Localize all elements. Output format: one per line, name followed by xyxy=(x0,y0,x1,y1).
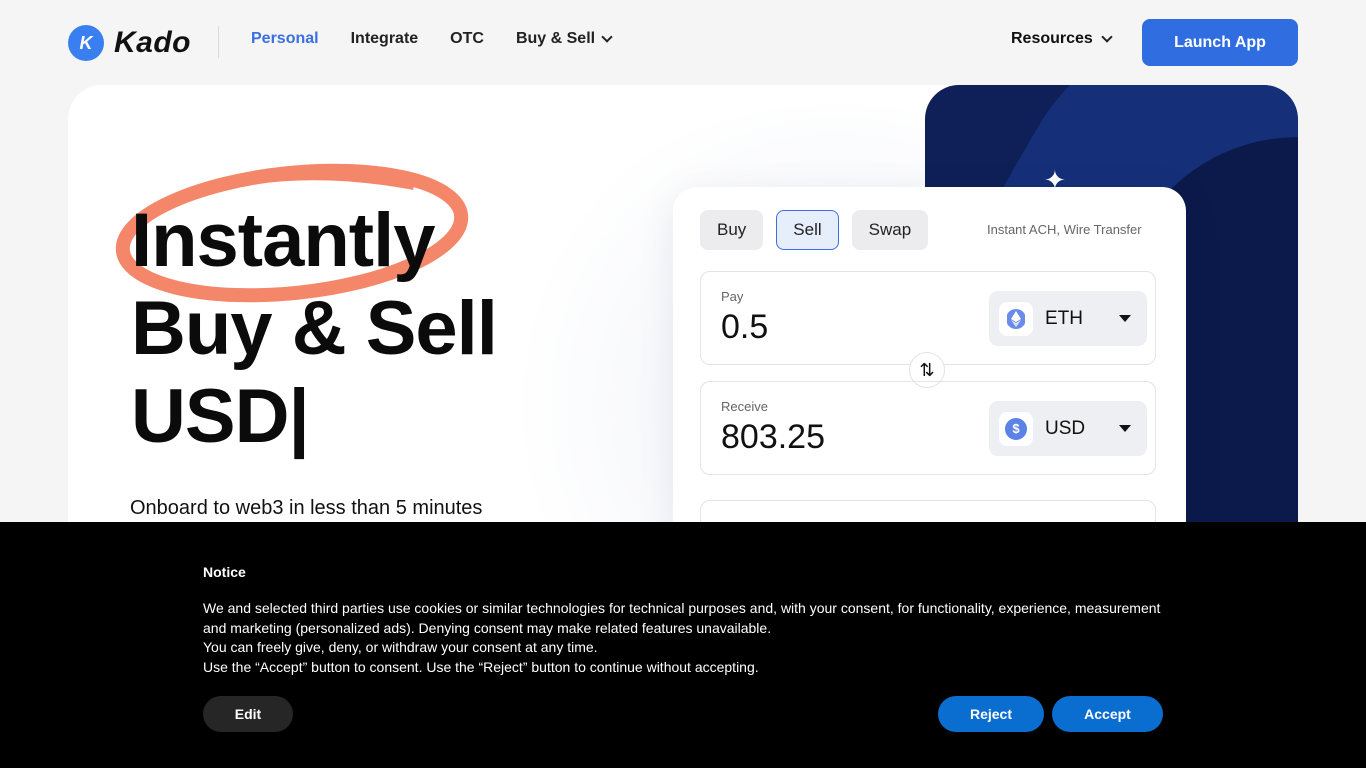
receive-label: Receive xyxy=(721,399,768,414)
nav-link-otc[interactable]: OTC xyxy=(450,30,484,48)
swap-arrows-icon: ⇅ xyxy=(919,359,935,380)
nav-resources-label: Resources xyxy=(1011,30,1093,47)
receive-field[interactable]: Receive 803.25 $ USD xyxy=(700,381,1156,475)
chevron-down-icon xyxy=(1101,31,1113,43)
hero-subtitle: Onboard to web3 in less than 5 minutes xyxy=(130,497,483,519)
top-nav: K Kado Personal Integrate OTC Buy & Sell… xyxy=(0,0,1366,85)
pay-asset-select[interactable]: ETH xyxy=(989,291,1147,346)
kado-logo[interactable]: K Kado xyxy=(68,25,191,61)
tab-buy[interactable]: Buy xyxy=(700,210,764,250)
pay-amount[interactable]: 0.5 xyxy=(721,308,768,347)
notice-body: We and selected third parties use cookie… xyxy=(203,599,1173,677)
caret-down-icon xyxy=(1119,425,1131,432)
receive-asset-select[interactable]: $ USD xyxy=(989,401,1147,456)
nav-link-integrate[interactable]: Integrate xyxy=(351,30,419,48)
receive-amount: 803.25 xyxy=(721,418,825,456)
nav-links: Personal Integrate OTC Buy & Sell xyxy=(251,30,613,48)
hero-headline: Instantly Buy & Sell USD| xyxy=(131,197,498,461)
edit-button[interactable]: Edit xyxy=(203,696,293,732)
reject-button[interactable]: Reject xyxy=(938,696,1044,732)
payment-method: Instant ACH, Wire Transfer xyxy=(987,222,1142,237)
dollar-coin-icon: $ xyxy=(1005,417,1027,440)
receive-asset-name: USD xyxy=(1045,417,1086,439)
usd-icon: $ xyxy=(999,411,1033,446)
pay-field[interactable]: Pay 0.5 ETH xyxy=(700,271,1156,365)
notice-text-1: We and selected third parties use cookie… xyxy=(203,600,1161,636)
notice-title: Notice xyxy=(203,564,246,580)
nav-link-buy-sell[interactable]: Buy & Sell xyxy=(515,30,613,48)
trade-tabs: Buy Sell Swap xyxy=(700,210,929,250)
headline-line-2: Buy & Sell xyxy=(131,286,498,371)
eth-icon xyxy=(999,301,1033,336)
notice-text-2: You can freely give, deny, or withdraw y… xyxy=(203,639,598,655)
chevron-down-icon xyxy=(601,31,613,43)
caret-down-icon xyxy=(1119,315,1131,322)
headline-line-1: Instantly xyxy=(131,198,435,283)
pay-label: Pay xyxy=(721,289,744,304)
accept-button[interactable]: Accept xyxy=(1052,696,1163,732)
nav-link-buy-sell-label: Buy & Sell xyxy=(515,30,596,47)
pay-asset-name: ETH xyxy=(1045,307,1083,329)
logo-text: Kado xyxy=(114,26,191,59)
logo-badge-icon: K xyxy=(68,25,104,61)
tab-swap[interactable]: Swap xyxy=(851,210,929,250)
nav-resources[interactable]: Resources xyxy=(1011,30,1113,48)
launch-app-button[interactable]: Launch App xyxy=(1142,19,1298,66)
nav-link-personal[interactable]: Personal xyxy=(251,30,319,48)
notice-text-3: Use the “Accept” button to consent. Use … xyxy=(203,658,759,675)
nav-divider xyxy=(218,26,219,58)
headline-line-3: USD| xyxy=(131,374,310,459)
tab-sell[interactable]: Sell xyxy=(776,210,839,250)
cookie-notice: Notice We and selected third parties use… xyxy=(0,522,1366,768)
